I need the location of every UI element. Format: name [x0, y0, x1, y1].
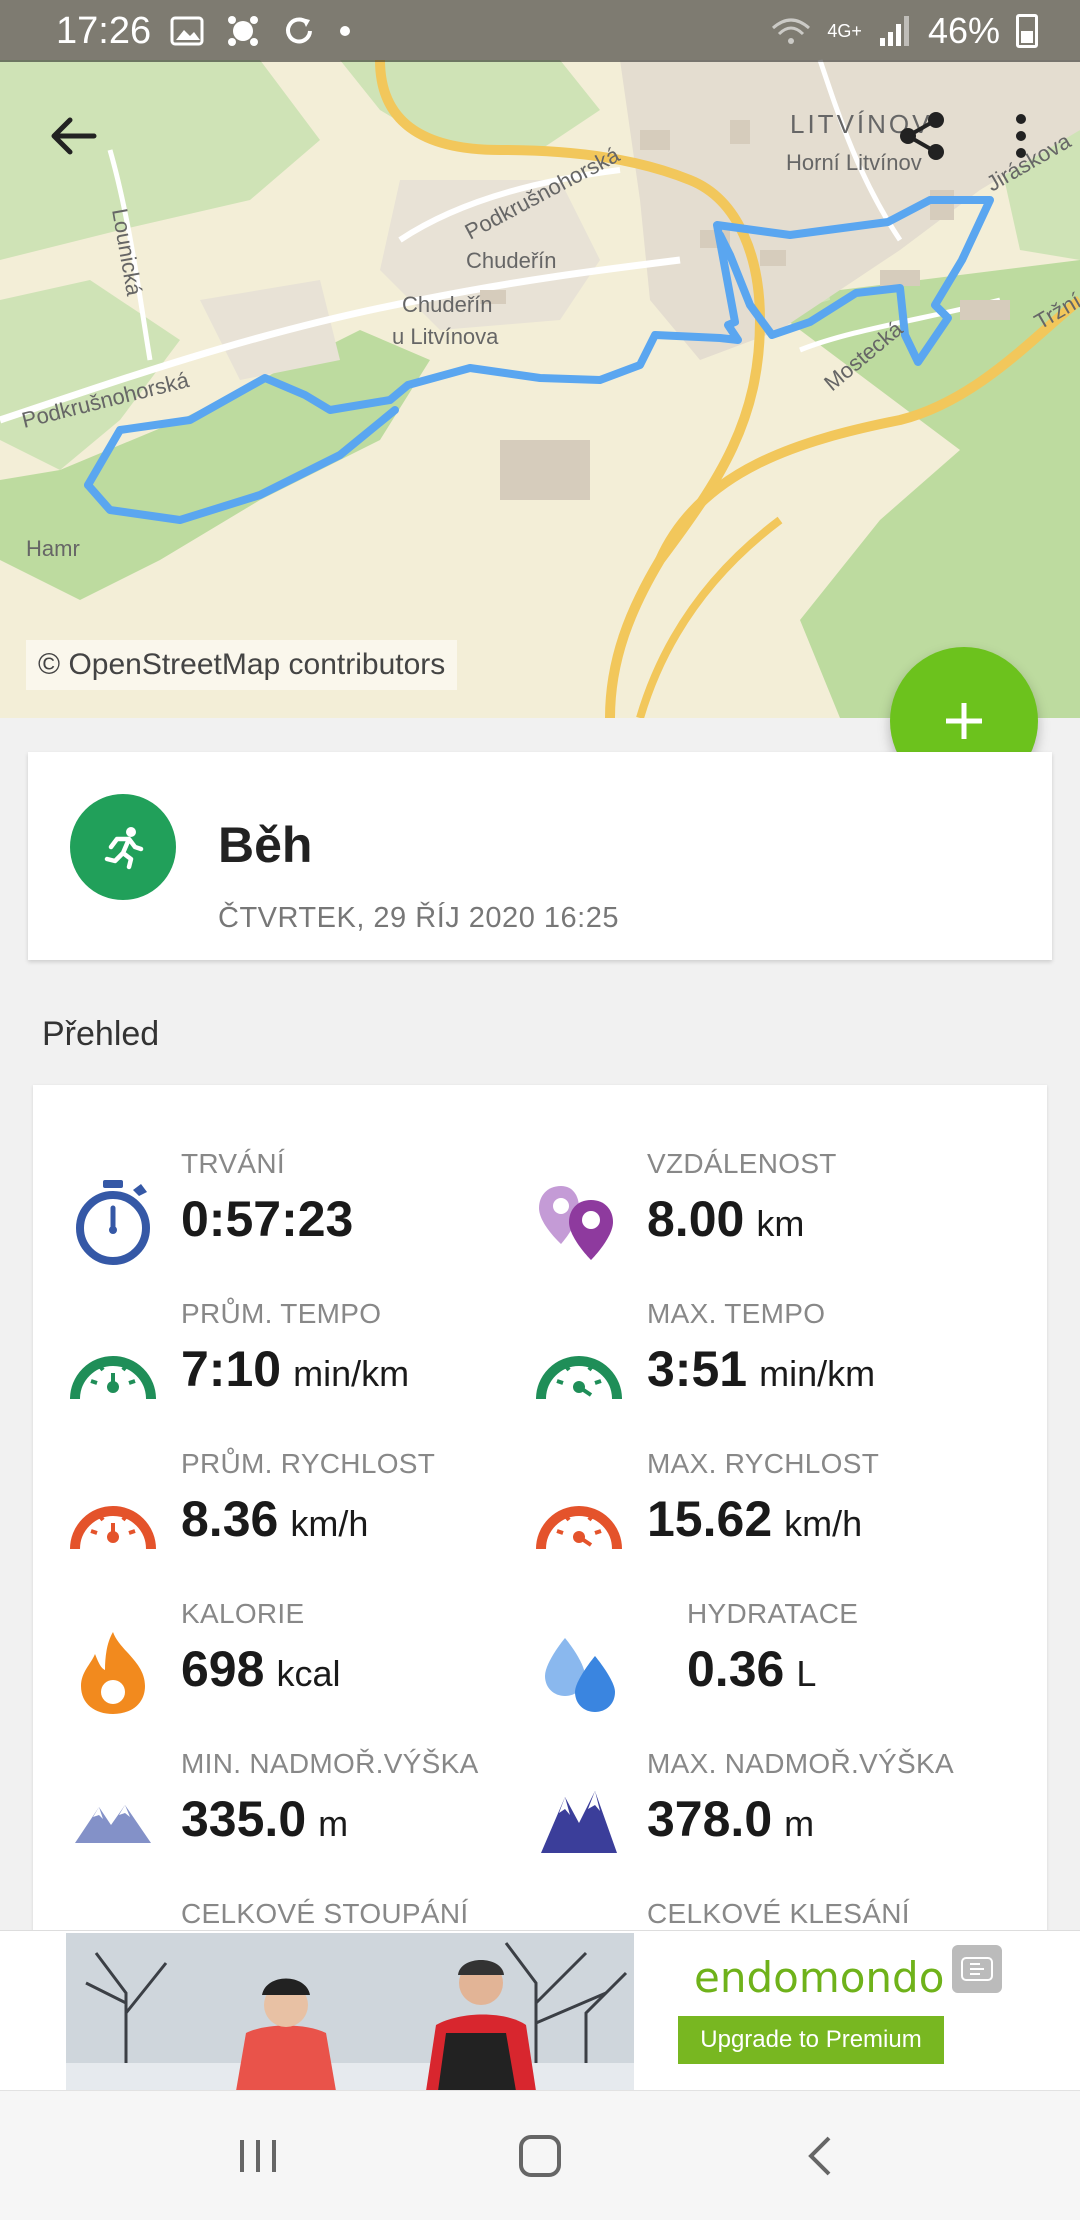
back-button[interactable] [38, 100, 110, 172]
ad-banner[interactable]: endomondo Upgrade to Premium [0, 1930, 1080, 2091]
stat-unit: m [784, 1803, 815, 1844]
stopwatch-icon [69, 1178, 157, 1266]
stat-label: CELKOVÉ KLESÁNÍ [647, 1898, 910, 1929]
endomondo-logo: endomondo [694, 1953, 945, 2002]
stat-calories: KALORIE 698 kcal [33, 1598, 503, 1718]
stat-avg-pace: PRŮM. TEMPO 7:10 min/km [33, 1298, 503, 1418]
stat-label: CELKOVÉ STOUPÁNÍ [181, 1898, 469, 1929]
gallery-icon [170, 16, 204, 46]
recents-button[interactable] [218, 2126, 298, 2186]
gauge-green-max-icon [535, 1328, 623, 1416]
stat-avg-speed: PRŮM. RYCHLOST 8.36 km/h [33, 1448, 503, 1568]
bot-icon [228, 16, 258, 46]
stat-max-altitude: MAX. NADMOŘ.VÝŠKA 378.0 m [499, 1748, 969, 1868]
map-label-hamr: Hamr [26, 536, 80, 561]
stat-unit: L [796, 1653, 817, 1694]
dot-icon [340, 26, 350, 36]
mountain-dark-icon [535, 1778, 623, 1866]
upgrade-premium-button[interactable]: Upgrade to Premium [678, 2016, 944, 2064]
stat-value: 3:51 [647, 1341, 748, 1397]
stat-min-altitude: MIN. NADMOŘ.VÝŠKA 335.0 m [33, 1748, 503, 1868]
stat-value: 8.36 [181, 1491, 279, 1547]
stat-hydration: HYDRATACE 0.36 L [519, 1598, 989, 1718]
stat-unit: min/km [759, 1353, 876, 1394]
share-button[interactable] [886, 100, 958, 172]
wifi-icon [772, 18, 811, 44]
nav-back-icon [808, 2136, 831, 2176]
system-nav-bar [0, 2090, 1080, 2220]
stat-label: MIN. NADMOŘ.VÝŠKA [181, 1748, 479, 1779]
arrow-left-icon [51, 117, 97, 155]
sync-icon [286, 17, 312, 44]
battery-percent: 46% [927, 10, 1000, 51]
stat-label: KALORIE [181, 1598, 305, 1629]
stat-label: MAX. NADMOŘ.VÝŠKA [647, 1748, 954, 1779]
map-label-chuderin-u: Chudeřín [402, 292, 493, 317]
stat-value: 15.62 [647, 1491, 773, 1547]
stat-label: PRŮM. RYCHLOST [181, 1448, 436, 1479]
nav-back-button[interactable] [780, 2126, 860, 2186]
recents-icon [240, 2140, 276, 2172]
location-pins-icon [535, 1178, 623, 1266]
stat-duration: TRVÁNÍ 0:57:23 [33, 1148, 503, 1268]
stats-card: TRVÁNÍ 0:57:23 VZDÁLENOST 8.00 km PRŮM. T… [33, 1085, 1047, 1935]
signal-icon [879, 16, 909, 46]
app-root: LITVÍNOV Horní Litvínov Podkrušnohorská … [0, 0, 1080, 2220]
mountain-light-icon [69, 1778, 157, 1866]
map-label-u-litvinova: u Litvínova [392, 324, 499, 349]
ad-info-icon [961, 1957, 993, 1981]
stat-value: 698 [181, 1641, 265, 1697]
network-type: 4G+ [827, 21, 862, 41]
battery-icon [1016, 14, 1038, 48]
status-notifications [170, 14, 352, 48]
stat-value: 0:57:23 [181, 1191, 354, 1247]
overview-title: Přehled [42, 1015, 160, 1053]
water-drops-icon [537, 1628, 625, 1716]
home-button[interactable] [500, 2126, 580, 2186]
home-icon [519, 2135, 561, 2177]
stat-unit: kcal [276, 1653, 341, 1694]
ad-close-button[interactable] [952, 1945, 1002, 1993]
activity-type-badge [70, 794, 176, 900]
map-label-chuderin: Chudeřín [466, 248, 557, 273]
ad-brand-panel: endomondo Upgrade to Premium [634, 1933, 1012, 2091]
activity-card[interactable]: Běh ČTVRTEK, 29 ŘÍJ 2020 16:25 [28, 752, 1052, 960]
stat-unit: km/h [784, 1503, 863, 1544]
more-vertical-icon [1016, 114, 1026, 158]
stat-label: MAX. TEMPO [647, 1298, 826, 1329]
ad-photo [66, 1933, 634, 2091]
stat-max-pace: MAX. TEMPO 3:51 min/km [499, 1298, 969, 1418]
share-icon [900, 112, 944, 160]
status-time: 17:26 [56, 10, 152, 52]
more-options-button[interactable] [985, 100, 1057, 172]
stat-label: PRŮM. TEMPO [181, 1298, 382, 1329]
status-bar: 17:26 4G+ 46% [0, 0, 1080, 62]
stat-distance: VZDÁLENOST 8.00 km [499, 1148, 969, 1268]
activity-date: ČTVRTEK, 29 ŘÍJ 2020 16:25 [218, 902, 619, 934]
stat-value: 8.00 [647, 1191, 745, 1247]
stat-unit: m [318, 1803, 349, 1844]
activity-title: Běh [218, 817, 313, 873]
stat-label: VZDÁLENOST [647, 1148, 837, 1179]
stat-label: MAX. RYCHLOST [647, 1448, 880, 1479]
map-attribution[interactable]: © OpenStreetMap contributors [26, 640, 458, 690]
stat-unit: km/h [290, 1503, 369, 1544]
stat-value: 0.36 [687, 1641, 785, 1697]
stat-value: 378.0 [647, 1791, 773, 1847]
stat-unit: km [756, 1203, 805, 1244]
plus-icon [946, 703, 982, 739]
running-icon [104, 827, 144, 870]
gauge-orange-max-icon [535, 1478, 623, 1566]
stat-label: HYDRATACE [687, 1598, 859, 1629]
stat-max-speed: MAX. RYCHLOST 15.62 km/h [499, 1448, 969, 1568]
stat-value: 7:10 [181, 1341, 282, 1397]
gauge-green-icon [69, 1328, 157, 1416]
stat-value: 335.0 [181, 1791, 307, 1847]
flame-icon [69, 1628, 157, 1716]
gauge-orange-icon [69, 1478, 157, 1566]
status-right: 4G+ 46% [771, 10, 1038, 52]
stat-unit: min/km [293, 1353, 410, 1394]
stat-label: TRVÁNÍ [181, 1148, 285, 1179]
